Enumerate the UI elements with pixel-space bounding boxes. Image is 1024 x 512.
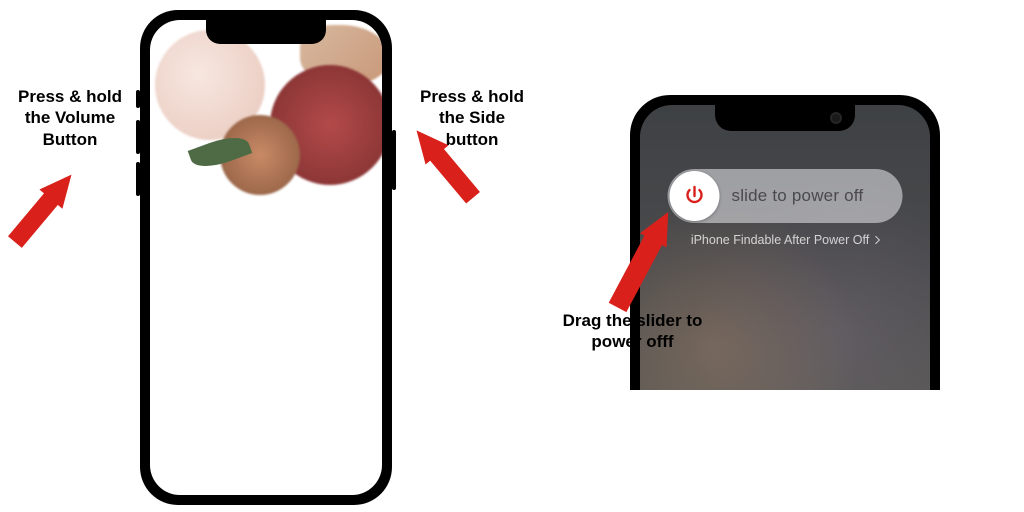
phone-screen bbox=[150, 20, 382, 495]
chevron-right-icon bbox=[872, 236, 880, 244]
power-off-slider[interactable]: slide to power off bbox=[668, 169, 903, 223]
power-off-knob[interactable] bbox=[670, 171, 720, 221]
volume-down-button[interactable] bbox=[136, 162, 140, 196]
power-icon bbox=[683, 184, 707, 208]
front-camera-icon bbox=[832, 114, 840, 122]
phone-mockup-left bbox=[140, 10, 392, 505]
notch bbox=[206, 20, 326, 44]
side-button[interactable] bbox=[392, 130, 396, 190]
volume-up-button[interactable] bbox=[136, 120, 140, 154]
findable-label: iPhone Findable After Power Off bbox=[691, 233, 869, 247]
findable-after-power-off-link[interactable]: iPhone Findable After Power Off bbox=[691, 233, 879, 247]
callout-volume: Press & hold the Volume Button bbox=[5, 86, 135, 150]
callout-drag: Drag the slider to power offf bbox=[545, 310, 720, 353]
slider-label: slide to power off bbox=[722, 186, 903, 206]
wallpaper-flowers bbox=[150, 20, 382, 495]
mute-switch[interactable] bbox=[136, 90, 140, 108]
